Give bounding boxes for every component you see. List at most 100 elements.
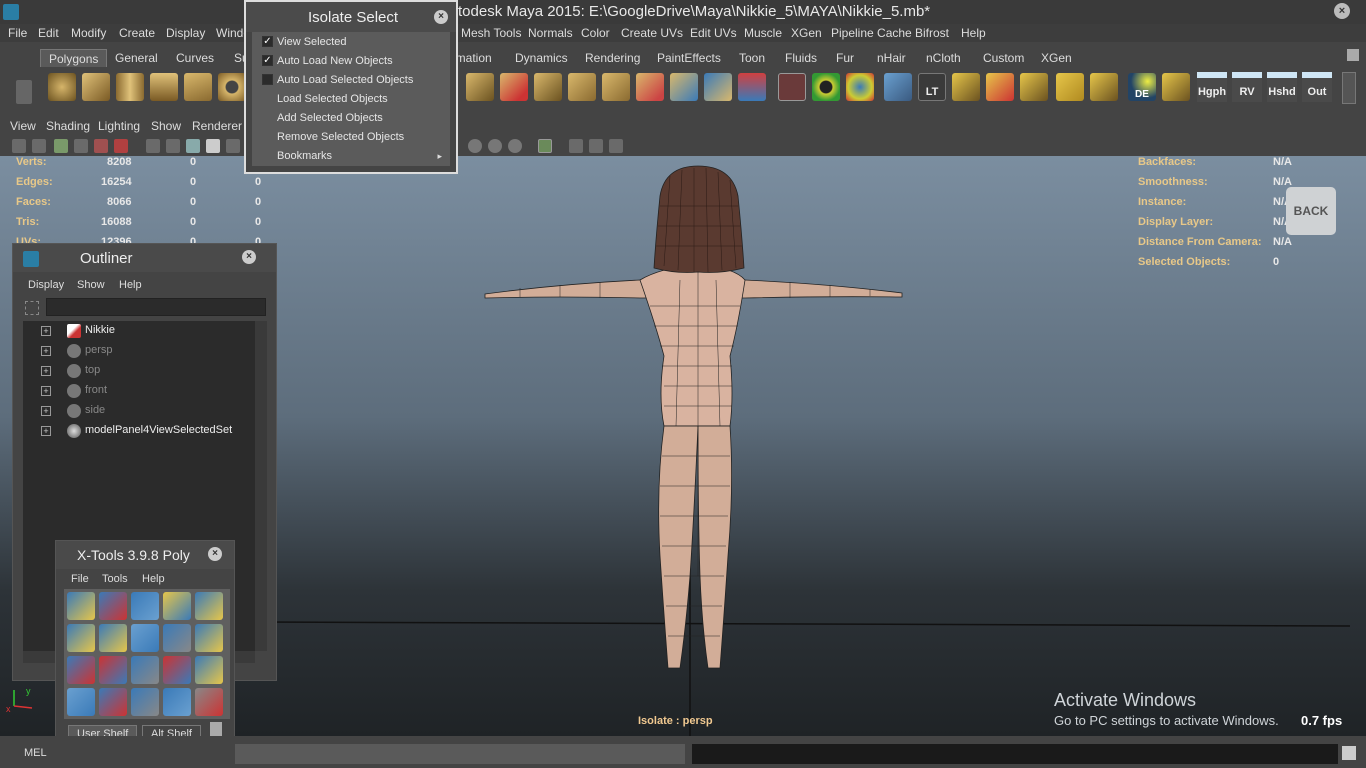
outliner-menu-help[interactable]: Help xyxy=(119,279,142,291)
mel-command-input[interactable] xyxy=(235,744,685,764)
menu-display[interactable]: Display xyxy=(166,26,205,40)
menu-help[interactable]: Help xyxy=(961,26,986,40)
poly-tool-icon[interactable] xyxy=(466,73,494,101)
grease-pencil-icon[interactable] xyxy=(94,139,108,153)
expand-icon[interactable]: + xyxy=(41,426,51,436)
grid-face-icon[interactable] xyxy=(1056,73,1084,101)
xtool-icon[interactable] xyxy=(163,656,191,684)
menu-create[interactable]: Create xyxy=(119,26,155,40)
xtool-icon[interactable] xyxy=(195,592,223,620)
xtool-icon[interactable] xyxy=(131,624,159,652)
xtool-icon[interactable] xyxy=(67,592,95,620)
default-light-icon[interactable] xyxy=(186,139,200,153)
close-icon[interactable]: × xyxy=(1334,3,1350,19)
menu-item-load-selected[interactable]: Load Selected Objects xyxy=(277,93,388,105)
grid-cut-icon[interactable] xyxy=(986,73,1014,101)
script-editor-icon[interactable] xyxy=(1342,746,1356,760)
expand-icon[interactable]: + xyxy=(41,326,51,336)
tab-polygons[interactable]: Polygons xyxy=(40,49,108,67)
close-icon[interactable]: × xyxy=(434,10,448,24)
outliner-vertical-scrollbar[interactable] xyxy=(255,321,267,651)
xtools-menu-file[interactable]: File xyxy=(71,573,89,585)
shelf-options-icon[interactable] xyxy=(16,80,32,104)
list-item[interactable]: + persp xyxy=(23,341,255,361)
tab-toon[interactable]: Toon xyxy=(731,49,773,67)
outliner-header[interactable]: Outliner × xyxy=(13,244,276,272)
list-item[interactable]: + modelPanel4ViewSelectedSet xyxy=(23,421,255,441)
xtool-icon[interactable] xyxy=(131,656,159,684)
isolate-select-header[interactable]: Isolate Select × xyxy=(246,2,456,32)
hgph-button[interactable]: Hgph xyxy=(1197,72,1227,102)
list-item[interactable]: + Nikkie xyxy=(23,321,255,341)
ao-icon[interactable] xyxy=(488,139,502,153)
poly-cube-icon[interactable] xyxy=(82,73,110,101)
menu-bifrost[interactable]: Bifrost xyxy=(915,26,949,40)
paint-icon[interactable] xyxy=(778,73,806,101)
grid-select-icon[interactable] xyxy=(1020,73,1048,101)
film-gate-icon[interactable] xyxy=(114,139,128,153)
poly-cone-icon[interactable] xyxy=(150,73,178,101)
poly-torus-icon[interactable] xyxy=(218,73,246,101)
xtool-icon[interactable] xyxy=(195,624,223,652)
menu-edit[interactable]: Edit xyxy=(38,26,59,40)
xtool-icon[interactable] xyxy=(99,656,127,684)
sculpt-icon[interactable] xyxy=(738,73,766,101)
wireframe-icon[interactable] xyxy=(146,139,160,153)
panel-menu-view[interactable]: View xyxy=(10,119,36,133)
motion-blur-icon[interactable] xyxy=(508,139,522,153)
view-selected-checkbox[interactable]: ✓ xyxy=(262,36,273,47)
textured-icon[interactable] xyxy=(206,139,220,153)
list-item[interactable]: + front xyxy=(23,381,255,401)
panel-menu-shading[interactable]: Shading xyxy=(46,119,90,133)
expand-icon[interactable]: + xyxy=(41,346,51,356)
tab-custom[interactable]: Custom xyxy=(975,49,1032,67)
render-icon[interactable] xyxy=(884,73,912,101)
trash-icon[interactable] xyxy=(1347,49,1359,61)
tab-fur[interactable]: Fur xyxy=(828,49,862,67)
menu-modify[interactable]: Modify xyxy=(71,26,106,40)
expand-icon[interactable]: + xyxy=(41,366,51,376)
xtool-icon[interactable] xyxy=(163,624,191,652)
camera-attr-icon[interactable] xyxy=(32,139,46,153)
tab-nhair[interactable]: nHair xyxy=(869,49,914,67)
outliner-search-input[interactable] xyxy=(46,298,266,316)
menu-item-auto-load-selected[interactable]: Auto Load Selected Objects xyxy=(277,74,413,86)
tab-fluids[interactable]: Fluids xyxy=(777,49,825,67)
bridge-icon[interactable] xyxy=(568,73,596,101)
menu-pipeline-cache[interactable]: Pipeline Cache xyxy=(831,26,912,40)
image-plane-icon[interactable] xyxy=(74,139,88,153)
close-icon[interactable]: × xyxy=(242,250,256,264)
xtool-icon[interactable] xyxy=(67,656,95,684)
extrude-icon[interactable] xyxy=(534,73,562,101)
tab-painteffects[interactable]: PaintEffects xyxy=(649,49,729,67)
list-item[interactable]: + side xyxy=(23,401,255,421)
auto-load-new-checkbox[interactable]: ✓ xyxy=(262,55,273,66)
uv-icon[interactable] xyxy=(704,73,732,101)
outliner-menu-display[interactable]: Display xyxy=(28,279,64,291)
menu-edit-uvs[interactable]: Edit UVs xyxy=(690,26,737,40)
tab-xgen[interactable]: XGen xyxy=(1033,49,1080,67)
poly-plane-icon[interactable] xyxy=(184,73,212,101)
manipulator-icon[interactable] xyxy=(846,73,874,101)
xtool-icon[interactable] xyxy=(131,688,159,716)
merge-icon[interactable] xyxy=(670,73,698,101)
outliner-menu-show[interactable]: Show xyxy=(77,279,105,291)
de-button[interactable]: DE xyxy=(1128,73,1156,101)
auto-load-selected-checkbox[interactable] xyxy=(262,74,273,85)
joint-icon[interactable] xyxy=(609,139,623,153)
close-icon[interactable]: × xyxy=(208,547,222,561)
list-item[interactable]: + top xyxy=(23,361,255,381)
xray-active-icon[interactable] xyxy=(589,139,603,153)
rv-button[interactable]: RV xyxy=(1232,72,1262,102)
grid-tool-icon[interactable] xyxy=(952,73,980,101)
lt-button[interactable]: LT xyxy=(918,73,946,101)
grid-extra-icon[interactable] xyxy=(1162,73,1190,101)
smooth-shade-icon[interactable] xyxy=(166,139,180,153)
xtools-menu-tools[interactable]: Tools xyxy=(102,573,128,585)
snap-icon[interactable] xyxy=(812,73,840,101)
menu-muscle[interactable]: Muscle xyxy=(744,26,782,40)
xtools-menu-help[interactable]: Help xyxy=(142,573,165,585)
menu-normals[interactable]: Normals xyxy=(528,26,573,40)
camera-select-icon[interactable] xyxy=(12,139,26,153)
poly-select-icon[interactable] xyxy=(500,73,528,101)
